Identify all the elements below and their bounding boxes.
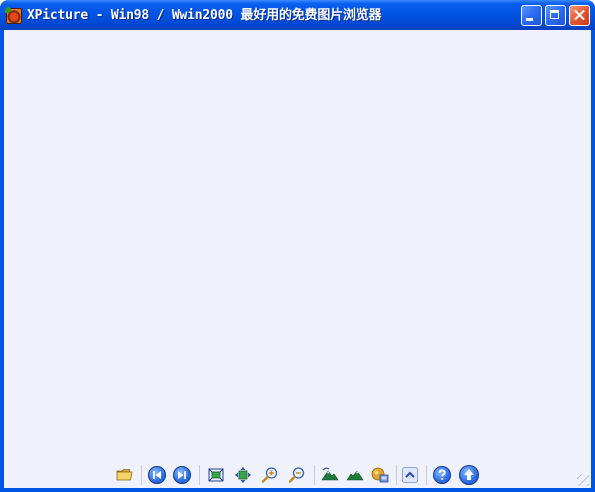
maximize-button[interactable] [545, 5, 566, 26]
rotate-left-button[interactable] [321, 466, 339, 484]
chevron-up-icon [402, 467, 418, 483]
help-icon [438, 469, 446, 480]
previous-image-button[interactable] [148, 466, 166, 484]
rotate-right-button[interactable] [346, 466, 364, 484]
toolbar-separator [141, 465, 142, 485]
help-button[interactable] [433, 466, 451, 484]
image-view-area[interactable] [4, 30, 591, 488]
set-wallpaper-button[interactable] [371, 466, 389, 484]
check-update-button[interactable] [459, 465, 479, 485]
maximize-icon [550, 10, 559, 19]
rotate-right-icon [346, 470, 364, 481]
wallpaper-icon [371, 467, 389, 483]
zoom-out-button[interactable] [288, 466, 306, 484]
toolbar-separator [426, 465, 427, 485]
folder-open-icon [116, 469, 133, 481]
title-bar[interactable]: XPicture - Win98 / Wwin2000 最好用的免费图片浏览器 [0, 0, 595, 30]
resize-grip[interactable] [577, 474, 589, 486]
rotate-left-icon [321, 467, 339, 481]
close-icon [570, 6, 589, 25]
collapse-toolbar-button[interactable] [401, 466, 419, 484]
app-logo-icon[interactable] [5, 7, 22, 24]
minimize-icon [526, 18, 533, 21]
app-window: XPicture - Win98 / Wwin2000 最好用的免费图片浏览器 [0, 0, 595, 492]
zoom-in-button[interactable] [261, 466, 279, 484]
up-arrow-icon [464, 469, 474, 480]
window-title: XPicture - Win98 / Wwin2000 最好用的免费图片浏览器 [27, 8, 382, 23]
zoom-in-icon [261, 467, 278, 483]
open-folder-button[interactable] [116, 466, 134, 484]
actual-size-button[interactable] [234, 466, 252, 484]
skip-next-icon [178, 471, 186, 479]
next-image-button[interactable] [173, 466, 191, 484]
fit-to-window-button[interactable] [207, 466, 225, 484]
toolbar-separator [396, 465, 397, 485]
bottom-toolbar [4, 460, 591, 488]
close-button[interactable] [569, 5, 590, 26]
zoom-out-icon [288, 467, 305, 483]
minimize-button[interactable] [521, 5, 542, 26]
toolbar-separator [199, 465, 200, 485]
fit-window-icon [208, 468, 224, 482]
move-arrows-icon [235, 467, 251, 483]
skip-previous-icon [153, 471, 161, 479]
toolbar-separator [314, 465, 315, 485]
